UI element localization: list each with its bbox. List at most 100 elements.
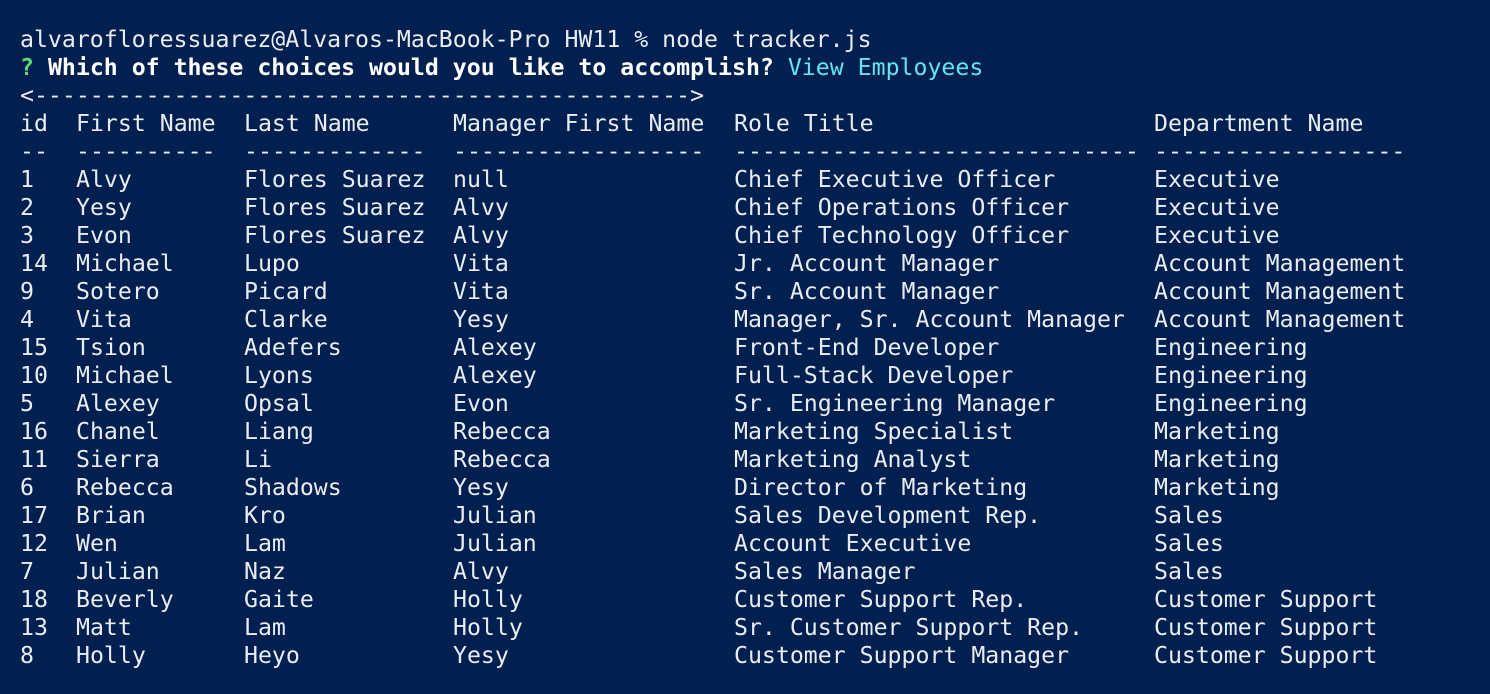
department-name-column-cell: Sales — [1154, 530, 1224, 557]
department-name-column-cell: Account Management — [1154, 250, 1406, 277]
first-name-column-cell: Holly — [76, 642, 146, 669]
last-name-column-cell: Shadows — [244, 474, 342, 501]
role-title-column-cell: Marketing Specialist — [734, 418, 1014, 445]
employee-table: id First Name Last Name Manager First Name R… — [20, 110, 1490, 670]
first-name-column-cell: Rebecca — [76, 474, 174, 501]
last-name-column-cell: Opsal — [244, 390, 314, 417]
inquirer-prompt-line: ? Which of these choices would you like … — [20, 54, 1490, 82]
last-name-column-cell: Flores Suarez — [244, 222, 426, 249]
first-name-column-cell: Evon — [76, 222, 132, 249]
last-name-column-cell: Adefers — [244, 334, 342, 361]
last-name-column-cell: Flores Suarez — [244, 194, 426, 221]
id-column-cell: 12 — [20, 530, 48, 557]
manager-first-name-column-cell: Vita — [453, 250, 509, 277]
id-column-cell: 17 — [20, 502, 48, 529]
role-title-column-cell: Marketing Analyst — [734, 446, 972, 473]
last-name-column-cell: Lam — [244, 530, 286, 557]
first-name-column-cell: Wen — [76, 530, 118, 557]
last-name-column-cell: Flores Suarez — [244, 166, 426, 193]
role-title-column-cell: Sr. Account Manager — [734, 278, 1000, 305]
department-name-column-cell: Engineering — [1154, 362, 1308, 389]
role-title-column-cell: Chief Technology Officer — [734, 222, 1070, 249]
department-name-column-cell: Executive — [1154, 194, 1280, 221]
role-title-column-cell: Sr. Customer Support Rep. — [734, 614, 1084, 641]
first-name-column-cell: Alvy — [76, 166, 132, 193]
first-name-column-cell: Matt — [76, 614, 132, 641]
id-column-cell: 8 — [20, 642, 34, 669]
last-name-column-cell: ------------- — [244, 138, 426, 165]
role-title-column-cell: Sr. Engineering Manager — [734, 390, 1056, 417]
role-title-column-cell: Chief Executive Officer — [734, 166, 1056, 193]
role-title-column-cell: Account Executive — [734, 530, 972, 557]
role-title-column-cell: Sales Development Rep. — [734, 502, 1042, 529]
id-column-cell: 14 — [20, 250, 48, 277]
id-column-cell: 5 — [20, 390, 34, 417]
department-name-column-cell: ------------------ — [1154, 138, 1406, 165]
table-row: 10 Michael Lyons Alexey Full-Stack Developer… — [20, 362, 1490, 390]
first-name-column-cell: Vita — [76, 306, 132, 333]
id-column-cell: -- — [20, 138, 48, 165]
id-column-cell: 9 — [20, 278, 34, 305]
last-name-column-cell: Heyo — [244, 642, 300, 669]
table-row: 4 Vita Clarke Yesy Manager, Sr. Account Mana… — [20, 306, 1490, 334]
table-row: 16 Chanel Liang Rebecca Marketing Specialist… — [20, 418, 1490, 446]
manager-first-name-column-cell: Yesy — [453, 474, 509, 501]
last-name-column-cell: Naz — [244, 558, 286, 585]
first-name-column-cell: Michael — [76, 362, 174, 389]
id-column-cell: 13 — [20, 614, 48, 641]
terminal-window[interactable]: alvarofloressuarez@Alvaros-MacBook-Pro H… — [0, 0, 1490, 694]
table-row: 7 Julian Naz Alvy Sales Manager Sales — [20, 558, 1490, 586]
role-title-column-cell: Customer Support Rep. — [734, 586, 1028, 613]
last-name-column-cell: Gaite — [244, 586, 314, 613]
manager-first-name-column-cell: Holly — [453, 586, 523, 613]
table-row: 8 Holly Heyo Yesy Customer Support Manager Cu… — [20, 642, 1490, 670]
first-name-column-cell: Beverly — [76, 586, 174, 613]
manager-first-name-column-cell: Yesy — [453, 306, 509, 333]
role-title-column-cell: Sales Manager — [734, 558, 916, 585]
id-column-cell: 10 — [20, 362, 48, 389]
id-column-cell: 7 — [20, 558, 34, 585]
id-column-cell: 15 — [20, 334, 48, 361]
last-name-column-cell: Lupo — [244, 250, 300, 277]
first-name-column-cell: Chanel — [76, 418, 160, 445]
question-text: Which of these choices would you like to… — [47, 54, 774, 81]
manager-first-name-column-cell: Alvy — [453, 194, 509, 221]
department-name-column-cell: Executive — [1154, 166, 1280, 193]
department-name-column-cell: Engineering — [1154, 334, 1308, 361]
last-name-column-cell: Picard — [244, 278, 328, 305]
manager-first-name-column-cell: Alvy — [453, 558, 509, 585]
manager-first-name-column-cell: Holly — [453, 614, 523, 641]
id-column-cell: 4 — [20, 306, 34, 333]
table-row: 18 Beverly Gaite Holly Customer Support Rep.… — [20, 586, 1490, 614]
department-name-column-cell: Customer Support — [1154, 586, 1378, 613]
table-row: 17 Brian Kro Julian Sales Development Rep. Sa… — [20, 502, 1490, 530]
manager-first-name-column-cell: Rebecca — [453, 446, 551, 473]
last-name-column-cell: Liang — [244, 418, 314, 445]
selected-answer: View Employees — [787, 54, 984, 81]
department-name-column-cell: Account Management — [1154, 278, 1406, 305]
role-title-column-cell: Front-End Developer — [734, 334, 1000, 361]
table-separator-row: -- ---------- ------------- ---------------… — [20, 138, 1490, 166]
id-column-cell: 3 — [20, 222, 34, 249]
first-name-column-cell: Yesy — [76, 194, 132, 221]
table-header-row: id First Name Last Name Manager First Name R… — [20, 110, 1490, 138]
manager-first-name-column-cell: Julian — [453, 502, 537, 529]
table-row: 5 Alexey Opsal Evon Sr. Engineering Manager E… — [20, 390, 1490, 418]
first-name-column-cell: Sierra — [76, 446, 160, 473]
table-row: 1 Alvy Flores Suarez null Chief Executive Of… — [20, 166, 1490, 194]
id-column-cell: 1 — [20, 166, 34, 193]
manager-first-name-column-cell: Vita — [453, 278, 509, 305]
department-name-column-cell: Account Management — [1154, 306, 1406, 333]
last-name-column-cell: Lam — [244, 614, 286, 641]
id-column-cell: 6 — [20, 474, 34, 501]
manager-first-name-column-cell: Manager First Name — [453, 110, 705, 137]
first-name-column-cell: Sotero — [76, 278, 160, 305]
last-name-column-cell: Clarke — [244, 306, 328, 333]
manager-first-name-column-cell: Rebecca — [453, 418, 551, 445]
manager-first-name-column-cell: Alexey — [453, 362, 537, 389]
last-name-column-cell: Last Name — [244, 110, 370, 137]
last-name-column-cell: Lyons — [244, 362, 314, 389]
role-title-column-cell: Jr. Account Manager — [734, 250, 1000, 277]
table-row: 14 Michael Lupo Vita Jr. Account Manager Acco… — [20, 250, 1490, 278]
manager-first-name-column-cell: Evon — [453, 390, 509, 417]
